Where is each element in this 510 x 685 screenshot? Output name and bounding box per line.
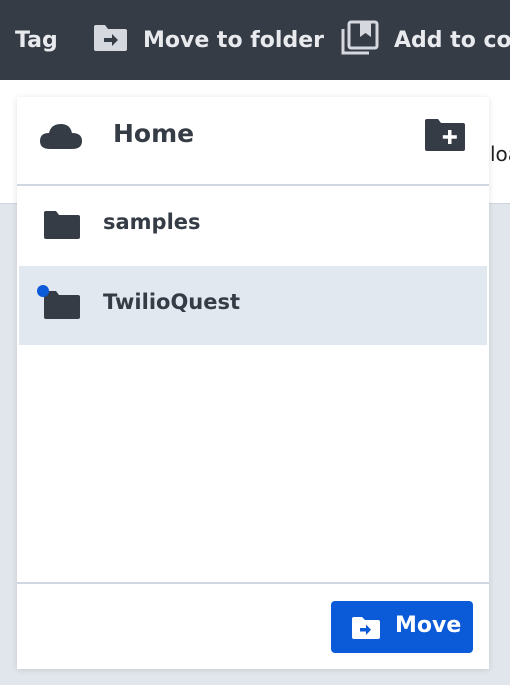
- new-folder-icon[interactable]: [424, 117, 466, 157]
- collection-icon: [340, 20, 380, 60]
- move-button[interactable]: Move: [331, 601, 473, 653]
- add-to-collection-label: Add to coll: [394, 27, 510, 53]
- folder-name: TwilioQuest: [103, 290, 241, 314]
- folder-icon: [43, 210, 81, 244]
- tag-label: Tag: [15, 27, 58, 53]
- selection-indicator-dot: [37, 285, 49, 297]
- move-to-folder-label: Move to folder: [143, 27, 324, 53]
- top-toolbar: Tag Move to folder Add to coll: [0, 0, 510, 80]
- folder-icon: [43, 290, 81, 324]
- current-folder-title: Home: [113, 119, 195, 148]
- folder-move-icon: [352, 617, 380, 639]
- add-to-collection-button[interactable]: Add to coll: [340, 0, 510, 80]
- folder-name: samples: [103, 210, 201, 234]
- cloud-icon: [39, 122, 83, 154]
- folder-row-twilioquest[interactable]: TwilioQuest: [19, 266, 487, 345]
- tag-button[interactable]: Tag: [15, 0, 58, 80]
- move-to-folder-dialog: Home samples TwilioQuest Move: [17, 97, 489, 669]
- folder-move-icon: [92, 23, 129, 57]
- folder-row-samples[interactable]: samples: [19, 186, 487, 265]
- background-peek-text: loa: [490, 142, 510, 166]
- move-button-label: Move: [395, 613, 462, 638]
- move-to-folder-button[interactable]: Move to folder: [92, 0, 324, 80]
- dialog-footer: Move: [17, 582, 489, 671]
- dialog-header: Home: [17, 97, 489, 186]
